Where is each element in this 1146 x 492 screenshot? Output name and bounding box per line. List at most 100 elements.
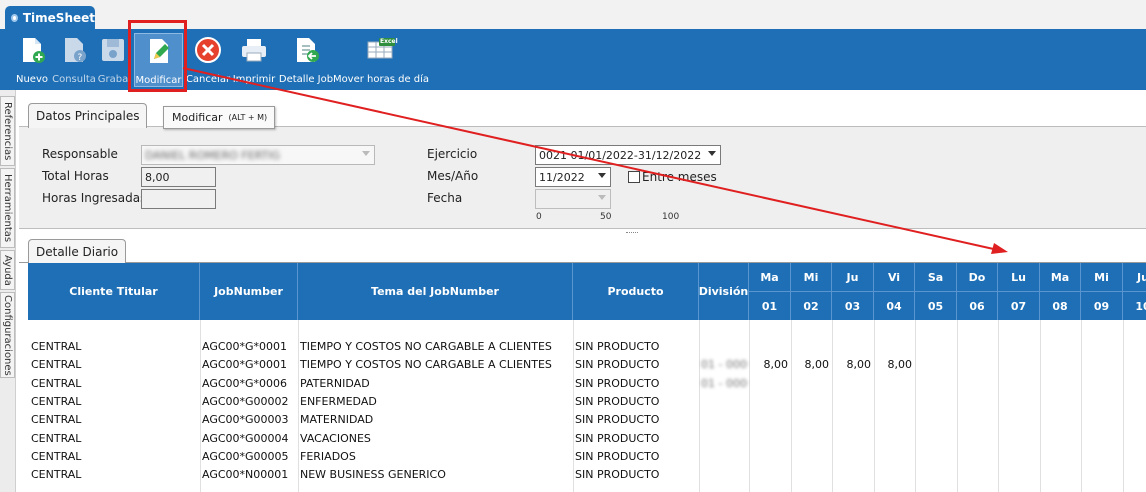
col-header-jobnumber[interactable]: JobNumber (200, 263, 298, 320)
day-num-label: 03 (844, 299, 861, 313)
col-header-label: Tema del JobNumber (371, 285, 499, 298)
cell-cliente: CENTRAL (31, 357, 82, 371)
svg-text:?: ? (78, 53, 83, 63)
app-title: TimeSheet (22, 11, 95, 25)
cell-hours (791, 392, 832, 410)
cell-hours (749, 429, 791, 447)
side-tab-referencias[interactable]: Referencias (0, 96, 15, 166)
cell-division (699, 447, 748, 465)
cell-producto: SIN PRODUCTO (575, 431, 660, 445)
cell-producto: SIN PRODUCTO (575, 394, 660, 408)
move-hours-button[interactable]: Excel Mover horas de día (333, 33, 429, 87)
print-button[interactable]: Imprimir (233, 33, 275, 87)
ejercicio-select[interactable]: 0021 01/01/2022-31/12/2022 (535, 145, 721, 165)
query-button[interactable]: ? Consulta (52, 33, 96, 87)
day-header-dow[interactable]: Mi (1081, 263, 1123, 292)
cell-hours (791, 374, 832, 392)
cancel-button[interactable]: Cancelar (185, 33, 231, 87)
day-header-dow[interactable]: Vi (874, 263, 915, 292)
total-horas-field[interactable]: 8,00 (141, 167, 216, 187)
cell-cliente: CENTRAL (31, 376, 82, 390)
day-header-num[interactable]: 07 (998, 292, 1040, 320)
title-bar: TimeSheet (0, 0, 1146, 30)
day-header-dow[interactable]: Ju (1123, 263, 1146, 292)
day-dow-label: Vi (887, 270, 901, 284)
side-tab-label: Configuraciones (2, 294, 13, 376)
ejercicio-value: 0021 01/01/2022-31/12/2022 (539, 148, 702, 162)
day-header-num[interactable]: 09 (1081, 292, 1123, 320)
day-num-label: 01 (761, 299, 778, 313)
entre-meses-label: Entre meses (642, 170, 717, 184)
tab-detalle-diario[interactable]: Detalle Diario (28, 239, 127, 264)
chevron-down-icon (598, 195, 606, 200)
cell-producto: SIN PRODUCTO (575, 412, 660, 426)
cell-hours: 8,00 (846, 357, 872, 371)
day-header-num[interactable]: 10 (1123, 292, 1146, 320)
day-header-dow[interactable]: Mi (791, 263, 832, 292)
new-button[interactable]: Nuevo (14, 33, 50, 87)
save-button[interactable]: Graba (98, 33, 128, 87)
day-header-dow[interactable]: Ma (1040, 263, 1081, 292)
side-tab-ayuda[interactable]: Ayuda (0, 250, 15, 290)
cell-cliente: CENTRAL (31, 339, 82, 353)
fecha-label: Fecha (427, 191, 463, 205)
cell-tema: TIEMPO Y COSTOS NO CARGABLE A CLIENTES (300, 339, 552, 353)
mes-select[interactable]: 11/2022 (535, 167, 611, 187)
modify-button[interactable]: Modificar (134, 33, 183, 87)
grid-column-line (1040, 320, 1041, 492)
job-detail-button[interactable]: Detalle Job (279, 33, 333, 87)
responsable-select[interactable]: DANIEL ROMERO FERTIG (141, 145, 375, 165)
col-header-tema[interactable]: Tema del JobNumber (298, 263, 573, 320)
day-header-num[interactable]: 03 (832, 292, 874, 320)
cell-jobnumber: AGC00*G*0006 (202, 376, 288, 390)
save-button-label: Graba (97, 74, 129, 85)
document-arrow-icon (292, 36, 320, 64)
day-header-num[interactable]: 08 (1040, 292, 1081, 320)
cell-jobnumber: AGC00*G00003 (202, 412, 289, 426)
cell-hours (791, 447, 832, 465)
panel-splitter[interactable] (626, 232, 638, 234)
day-header-num[interactable]: 01 (749, 292, 791, 320)
cell-hours (832, 374, 874, 392)
side-tab-configuraciones[interactable]: Configuraciones (0, 292, 15, 378)
col-header-division[interactable]: División (699, 263, 749, 320)
day-header-dow[interactable]: Do (957, 263, 998, 292)
col-header-producto[interactable]: Producto (573, 263, 699, 320)
excel-icon: Excel (365, 36, 398, 64)
cell-division: 01 - 0000 (701, 357, 748, 371)
tooltip-shortcut: (ALT + M) (228, 113, 268, 122)
day-header-num[interactable]: 06 (957, 292, 998, 320)
cell-hours (832, 410, 874, 428)
entre-meses-checkbox[interactable] (628, 171, 640, 183)
chevron-down-icon (708, 151, 716, 156)
cell-tema: ENFERMEDAD (300, 394, 377, 408)
cell-hours (749, 447, 791, 465)
cell-jobnumber: AGC00*N00001 (202, 467, 289, 481)
horas-ingresadas-field[interactable] (141, 189, 216, 209)
day-header-num[interactable]: 05 (915, 292, 957, 320)
fecha-select[interactable] (535, 189, 611, 209)
day-header-dow[interactable]: Ju (832, 263, 874, 292)
day-header-num[interactable]: 04 (874, 292, 915, 320)
cell-hours (749, 374, 791, 392)
app-title-tab[interactable]: TimeSheet (5, 6, 95, 30)
cell-cliente: CENTRAL (31, 394, 82, 408)
day-header-num[interactable]: 02 (791, 292, 832, 320)
cell-hours (874, 465, 915, 483)
cell-hours (874, 374, 915, 392)
cell-cliente: CENTRAL (31, 412, 82, 426)
side-tab-herramientas[interactable]: Herramientas (0, 168, 15, 248)
day-num-label: 05 (927, 299, 944, 313)
day-header-dow[interactable]: Lu (998, 263, 1040, 292)
cell-division (699, 410, 748, 428)
cell-hours: 8,00 (763, 357, 789, 371)
cancel-button-label: Cancelar (185, 74, 231, 85)
cell-producto: SIN PRODUCTO (575, 376, 660, 390)
horas-ingresadas-label: Horas Ingresadas (42, 191, 147, 205)
total-horas-value: 8,00 (145, 170, 170, 184)
tab-datos-principales[interactable]: Datos Principales (28, 103, 148, 128)
day-header-dow[interactable]: Ma (749, 263, 791, 292)
cell-cliente: CENTRAL (31, 467, 82, 481)
col-header-cliente[interactable]: Cliente Titular (28, 263, 200, 320)
day-header-dow[interactable]: Sa (915, 263, 957, 292)
